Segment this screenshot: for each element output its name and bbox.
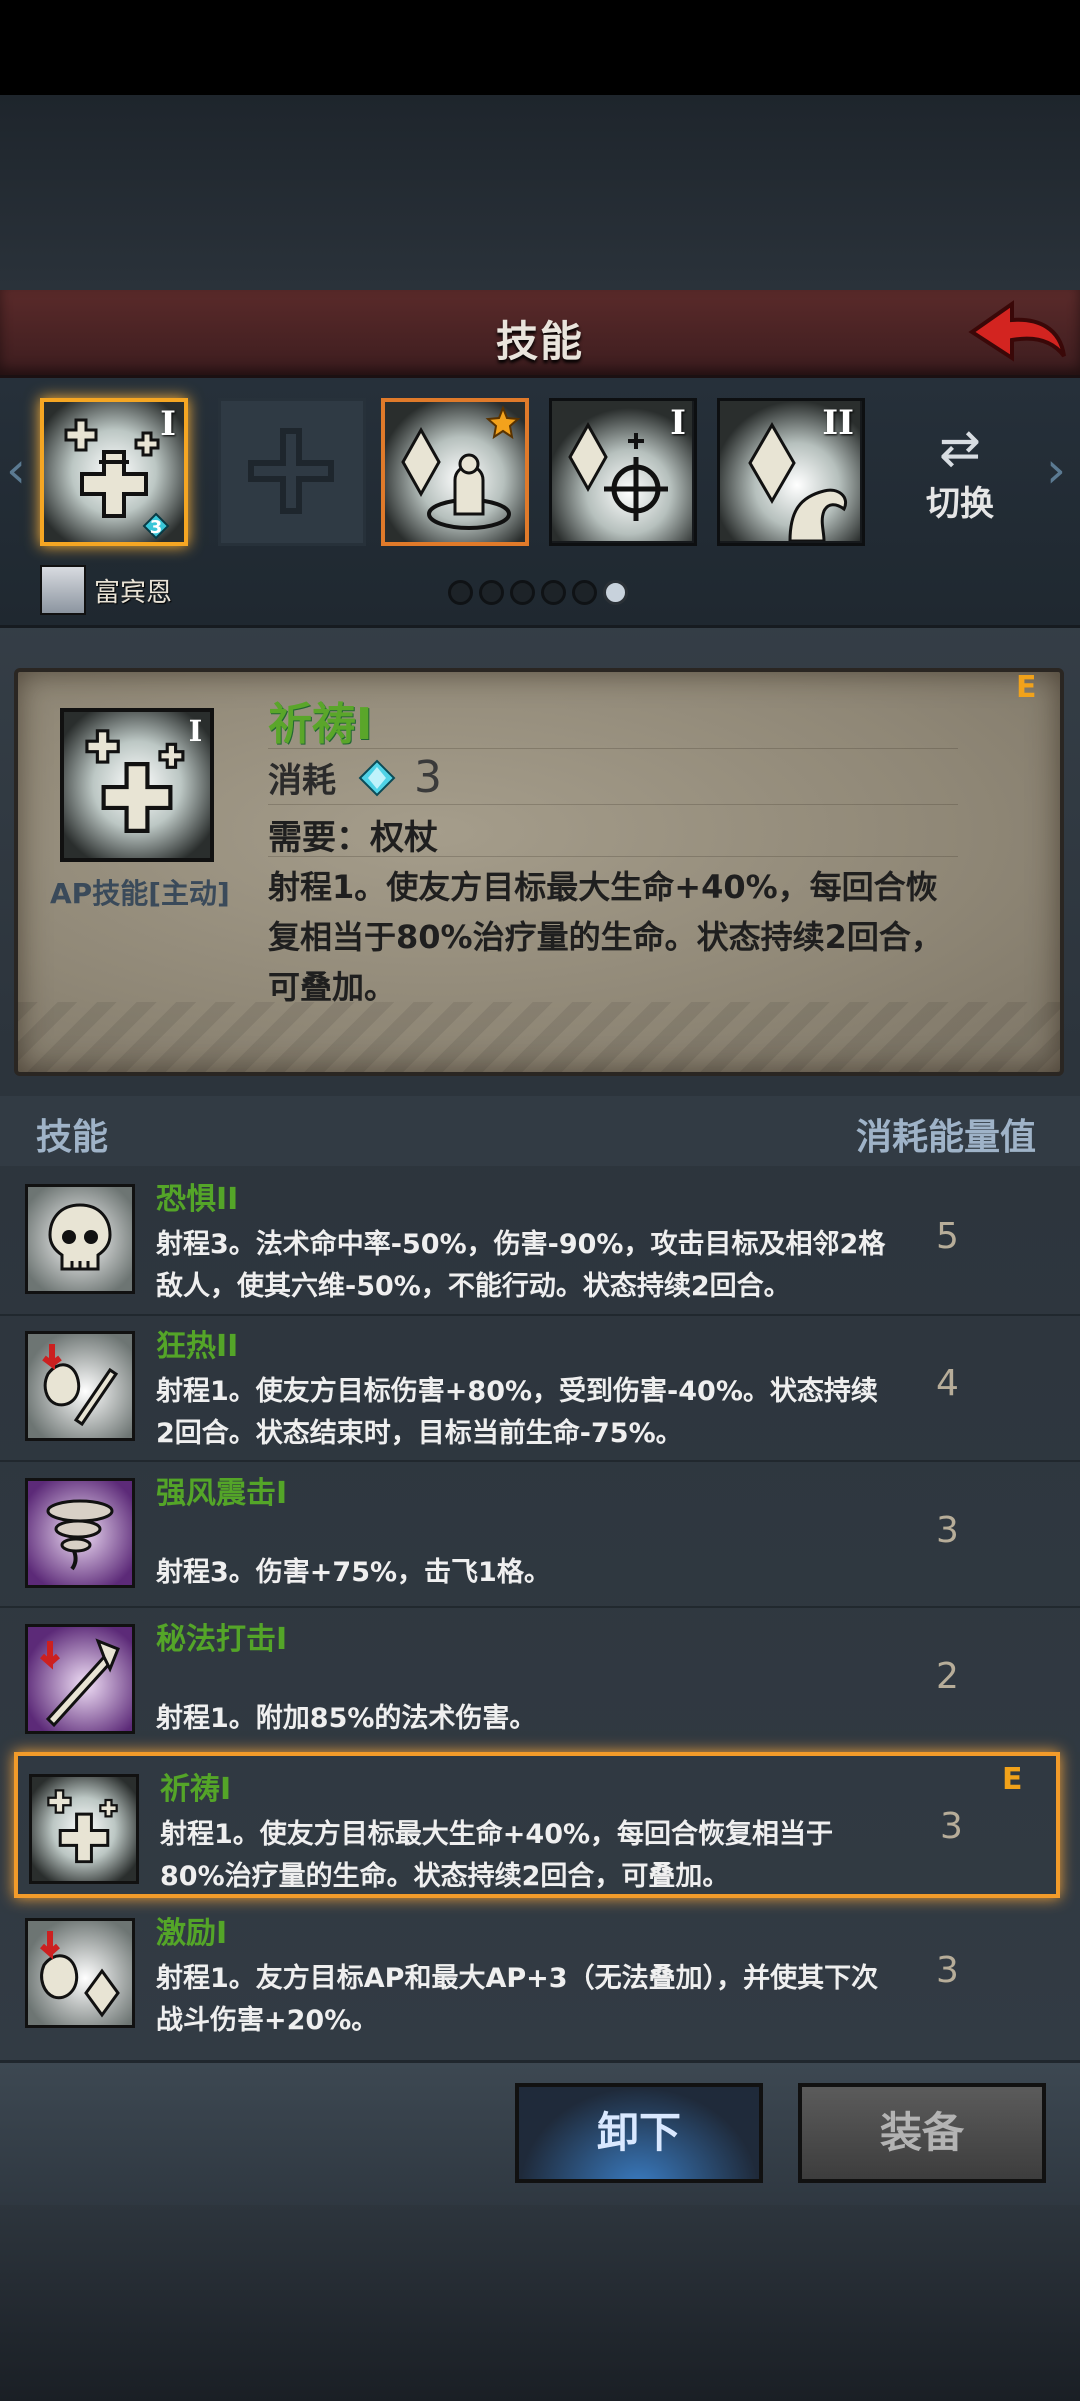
- back-button[interactable]: [968, 296, 1068, 374]
- skill-name: 秘法打击I: [156, 1622, 288, 1657]
- skill-cost: 3: [940, 1806, 963, 1847]
- slot-roman: II: [822, 403, 854, 443]
- equipped-slot-4[interactable]: I: [549, 398, 697, 546]
- inspire-icon: [25, 1918, 135, 2028]
- cost-value: 3: [414, 752, 442, 803]
- skull-icon: [25, 1184, 135, 1294]
- skill-cost: 3: [936, 1950, 959, 1991]
- detail-roman: I: [189, 714, 203, 748]
- strip-prev-icon[interactable]: ‹: [6, 440, 30, 500]
- skill-name: 强风震击I: [156, 1476, 288, 1511]
- page-dot[interactable]: [541, 580, 566, 605]
- skill-row-frenzy[interactable]: 狂热II 射程1。使友方目标伤害+80%，受到伤害-40%。状态持续2回合。状态…: [0, 1313, 1080, 1459]
- page-title: 技能: [495, 317, 584, 366]
- avatar[interactable]: [40, 565, 86, 615]
- equipped-e-badge: E: [1002, 1762, 1023, 1797]
- background-upper: [0, 95, 1080, 290]
- equipped-slot-1[interactable]: 3 I: [40, 398, 188, 546]
- crystal-priest-icon: [385, 402, 525, 542]
- background-lower: [0, 2205, 1080, 2401]
- switch-button[interactable]: ⇄ 切换: [910, 420, 1010, 540]
- character-row: 富宾恩: [40, 565, 172, 615]
- equipped-slot-5[interactable]: II: [717, 398, 865, 546]
- swap-arrows-icon: ⇄: [939, 419, 981, 477]
- skill-description: 射程1。使友方目标最大生命+40%，每回合恢复相当于80%治疗量的生命。状态持续…: [160, 1819, 834, 1892]
- arcane-strike-icon: [25, 1624, 135, 1734]
- strip-next-icon[interactable]: ›: [1046, 440, 1070, 500]
- heal-cross-icon: I: [64, 712, 210, 858]
- skill-row-arcane-strike[interactable]: 秘法打击I 射程1。附加85%的法术伤害。 2: [0, 1606, 1080, 1752]
- skill-description: 射程1。使友方目标伤害+80%，受到伤害-40%。状态持续2回合。状态结束时，目…: [156, 1376, 878, 1449]
- page-dot[interactable]: [479, 580, 504, 605]
- frenzy-sword-icon: [25, 1331, 135, 1441]
- skill-name: 激励I: [156, 1916, 228, 1951]
- equipped-slot-2[interactable]: [218, 398, 366, 546]
- list-header-cost: 消耗能量值: [855, 1117, 1036, 1158]
- list-header-skill: 技能: [36, 1117, 109, 1158]
- status-bar-area: [0, 0, 1080, 95]
- empty-slot-cross-icon: [248, 428, 334, 514]
- energy-gem-icon: [358, 759, 396, 796]
- skill-type-tag: AP技能[主动]: [50, 877, 230, 910]
- skill-description: 射程3。伤害+75%，击飞1格。: [156, 1557, 551, 1588]
- skill-description: 射程1。附加85%的法术伤害。: [156, 1703, 537, 1734]
- page-dot-active[interactable]: [603, 580, 628, 605]
- detail-skill-name: 祈祷I: [268, 699, 373, 750]
- skill-name: 狂热II: [156, 1329, 239, 1364]
- equipped-slot-3[interactable]: [381, 398, 529, 546]
- page-dot[interactable]: [510, 580, 535, 605]
- equipped-e-badge: E: [1016, 670, 1037, 705]
- page-dot[interactable]: [572, 580, 597, 605]
- skill-description: 射程1。友方目标AP和最大AP+3（无法叠加），并使其下次战斗伤害+20%。: [156, 1963, 879, 2036]
- skill-cost: 3: [936, 1510, 959, 1551]
- skill-description: 射程3。法术命中率-50%，伤害-90%，攻击目标及相邻2格敌人，使其六维-50…: [156, 1229, 886, 1302]
- skill-row-prayer-selected[interactable]: 祈祷I 射程1。使友方目标最大生命+40%，每回合恢复相当于80%治疗量的生命。…: [14, 1752, 1060, 1898]
- cost-label: 消耗: [268, 761, 336, 801]
- detail-description: 射程1。使友方目标最大生命+40%，每回合恢复相当于80%治疗量的生命。状态持续…: [268, 868, 943, 1006]
- slot-badge: 3: [150, 517, 163, 538]
- back-arrow-icon: [968, 300, 1066, 362]
- tornado-icon: [25, 1478, 135, 1588]
- page-dot[interactable]: [448, 580, 473, 605]
- skill-cost: 4: [936, 1363, 959, 1404]
- heal-cross-icon: [29, 1774, 139, 1884]
- slot-roman: I: [670, 403, 686, 443]
- skill-row-inspire[interactable]: 激励I 射程1。友方目标AP和最大AP+3（无法叠加），并使其下次战斗伤害+20…: [0, 1900, 1080, 2046]
- skill-row-gale[interactable]: 强风震击I 射程3。伤害+75%，击飞1格。 3: [0, 1460, 1080, 1606]
- switch-label: 切换: [926, 484, 994, 524]
- character-name: 富宾恩: [94, 577, 173, 608]
- skill-name: 恐惧II: [156, 1182, 239, 1217]
- skill-cost: 5: [936, 1216, 959, 1257]
- skill-list-header: 技能 消耗能量值: [0, 1096, 1080, 1166]
- detail-skill-icon: I: [60, 708, 214, 862]
- detail-requirement: 需要：权杖: [268, 818, 438, 858]
- skill-row-fear[interactable]: 恐惧II 射程3。法术命中率-50%，伤害-90%，攻击目标及相邻2格敌人，使其…: [0, 1166, 1080, 1312]
- equip-button[interactable]: 装备: [798, 2083, 1046, 2183]
- detail-cost: 消耗 3: [268, 752, 442, 803]
- skill-cost: 2: [936, 1656, 959, 1697]
- page-indicator: [448, 580, 628, 605]
- slot-roman: I: [160, 404, 176, 444]
- unequip-button[interactable]: 卸下: [515, 2083, 763, 2183]
- title-bar: 技能: [0, 290, 1080, 378]
- skill-name: 祈祷I: [160, 1772, 232, 1807]
